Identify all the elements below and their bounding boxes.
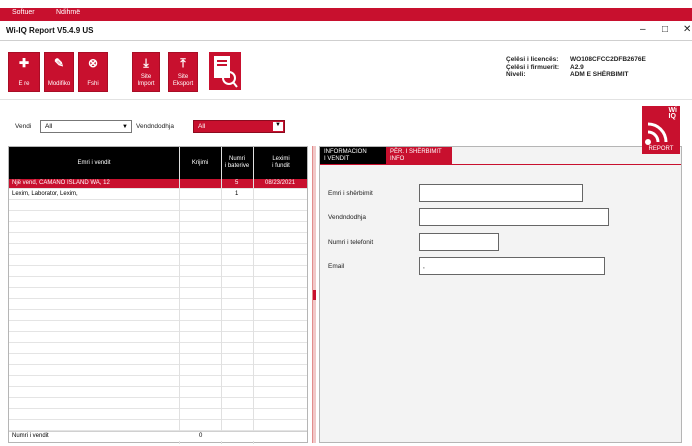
country-select-value: All [45,123,53,130]
table-row[interactable]: Lexim, Laborator, Lexim, 1 [9,190,307,200]
location-label: Vendndodhja [328,214,366,221]
level-label: Niveli: [506,71,526,78]
tab-underline [320,164,681,165]
location-select-value: All [198,123,206,130]
new-button-label: E re [18,81,30,87]
new-button[interactable]: ✚ E re [8,52,40,92]
table-row-empty [9,344,307,354]
delete-button-label: Fshi [87,81,99,87]
table-row-empty [9,245,307,255]
cell-batteries: 5 [235,180,239,186]
edit-button[interactable]: ✎ Modifiko [44,52,74,92]
column-header-last-read[interactable]: Leximi i fundit [255,156,307,170]
email-value: , [423,263,425,270]
table-header: Emri i vendit Krijimi Numri i baterive L… [9,147,307,179]
window-title: Wi-IQ Report V5.4.9 US [6,26,94,35]
table-row-empty [9,311,307,321]
table-row-empty [9,256,307,266]
minimize-button[interactable]: – [640,24,646,35]
table-row-empty [9,289,307,299]
site-import-label: Site Import [137,74,155,87]
edit-button-label: Modifiko [47,81,71,87]
export-icon: ⤒ [180,56,186,70]
wi-iq-report-logo: Wi IQ REPORT [642,106,680,154]
cell-batteries: 1 [235,191,239,197]
license-key-label: Çelësi i licencës: [506,56,559,63]
delete-button[interactable]: ⊗ Fshi [78,52,108,92]
country-select[interactable]: All ▼ [40,120,132,133]
chevron-down-icon: ▼ [273,122,283,131]
report-search-icon [214,56,238,88]
table-row-empty [9,366,307,376]
phone-label: Numri i telefonit [328,239,374,246]
report-search-button[interactable] [209,52,241,90]
service-name-input[interactable] [419,184,583,202]
license-labels: Çelësi i licencës: Çelësi i firmuerit: N… [506,56,559,79]
sites-table: Emri i vendit Krijimi Numri i baterive L… [8,146,308,444]
table-row-empty [9,234,307,244]
table-row-empty [9,410,307,420]
level-value: ADM E SHËRBIMIT [570,71,629,78]
license-key-value: WO108CFCC2DFB2676E [570,56,646,63]
panel-splitter[interactable] [312,146,316,443]
location-filter-label: Vendndodhja [136,123,174,130]
table-row-empty [9,201,307,211]
license-values: WO108CFCC2DFB2676E A2.9 ADM E SHËRBIMIT [570,56,646,79]
service-name-label: Emri i shërbimit [328,190,373,197]
table-row-empty [9,333,307,343]
tab-service-info[interactable]: PËR. I SHËRBIMIT INFO [386,147,452,164]
cell-last-read: 08/23/2021 [265,180,296,186]
firmware-key-value: A2.9 [570,63,584,71]
title-bar: Wi-IQ Report V5.4.9 US – □ ✕ [0,21,692,41]
firmware-key-label: Çelësi i firmuerit: [506,63,560,71]
column-divider [221,147,222,444]
table-row-empty [9,212,307,222]
table-row-empty [9,377,307,387]
chevron-down-icon: ▼ [122,124,128,130]
splitter-handle[interactable] [313,290,316,300]
column-divider [179,147,180,444]
cell-site-name: Lexim, Laborator, Lexim, [12,191,78,197]
table-row-empty [9,223,307,233]
cell-site-name: Një vend, CAMANO ISLAND WA, 12 [12,180,110,186]
column-divider [253,147,254,444]
tab-site-info[interactable]: INFORMACION I VENDIT [320,147,386,164]
location-input[interactable] [419,208,609,226]
menu-item-software[interactable]: Softuer [12,9,35,16]
table-row-empty [9,388,307,398]
site-export-button[interactable]: ⤒ Site Eksport [168,52,198,92]
new-file-icon: ✚ [18,56,30,70]
site-export-label: Site Eksport [172,74,194,87]
import-icon: ⤓ [143,56,149,70]
details-panel: INFORMACION I VENDIT PËR. I SHËRBIMIT IN… [319,146,682,443]
table-row[interactable]: Një vend, CAMANO ISLAND WA, 12 5 08/23/2… [9,179,307,189]
edit-icon: ✎ [53,56,65,70]
menu-bar: Softuer Ndihmë [0,8,692,21]
table-row-empty [9,322,307,332]
menu-item-help[interactable]: Ndihmë [56,9,80,16]
site-import-button[interactable]: ⤓ Site Import [132,52,160,92]
country-filter-label: Vendi [15,123,32,130]
maximize-button[interactable]: □ [662,24,668,35]
column-header-created[interactable]: Krijimi [179,160,221,166]
column-header-batteries[interactable]: Numri i baterive [221,156,253,170]
table-row-empty [9,399,307,409]
logo-bottom-text: REPORT [648,146,674,152]
email-input[interactable]: , [419,257,605,275]
table-row-empty [9,267,307,277]
location-select[interactable]: All ▼ [193,120,285,133]
table-footer: Numri i vendit 0 [9,431,307,441]
table-row-empty [9,421,307,431]
close-button[interactable]: ✕ [683,24,691,35]
delete-icon: ⊗ [87,56,99,70]
table-row-empty [9,300,307,310]
column-header-site-name[interactable]: Emri i vendit [9,160,179,166]
table-row-empty [9,355,307,365]
wifi-signal-icon [645,122,668,145]
footer-count: 0 [199,433,203,439]
email-label: Email [328,263,345,270]
table-row-empty [9,278,307,288]
footer-label: Numri i vendit [12,433,49,439]
phone-input[interactable] [419,233,499,251]
